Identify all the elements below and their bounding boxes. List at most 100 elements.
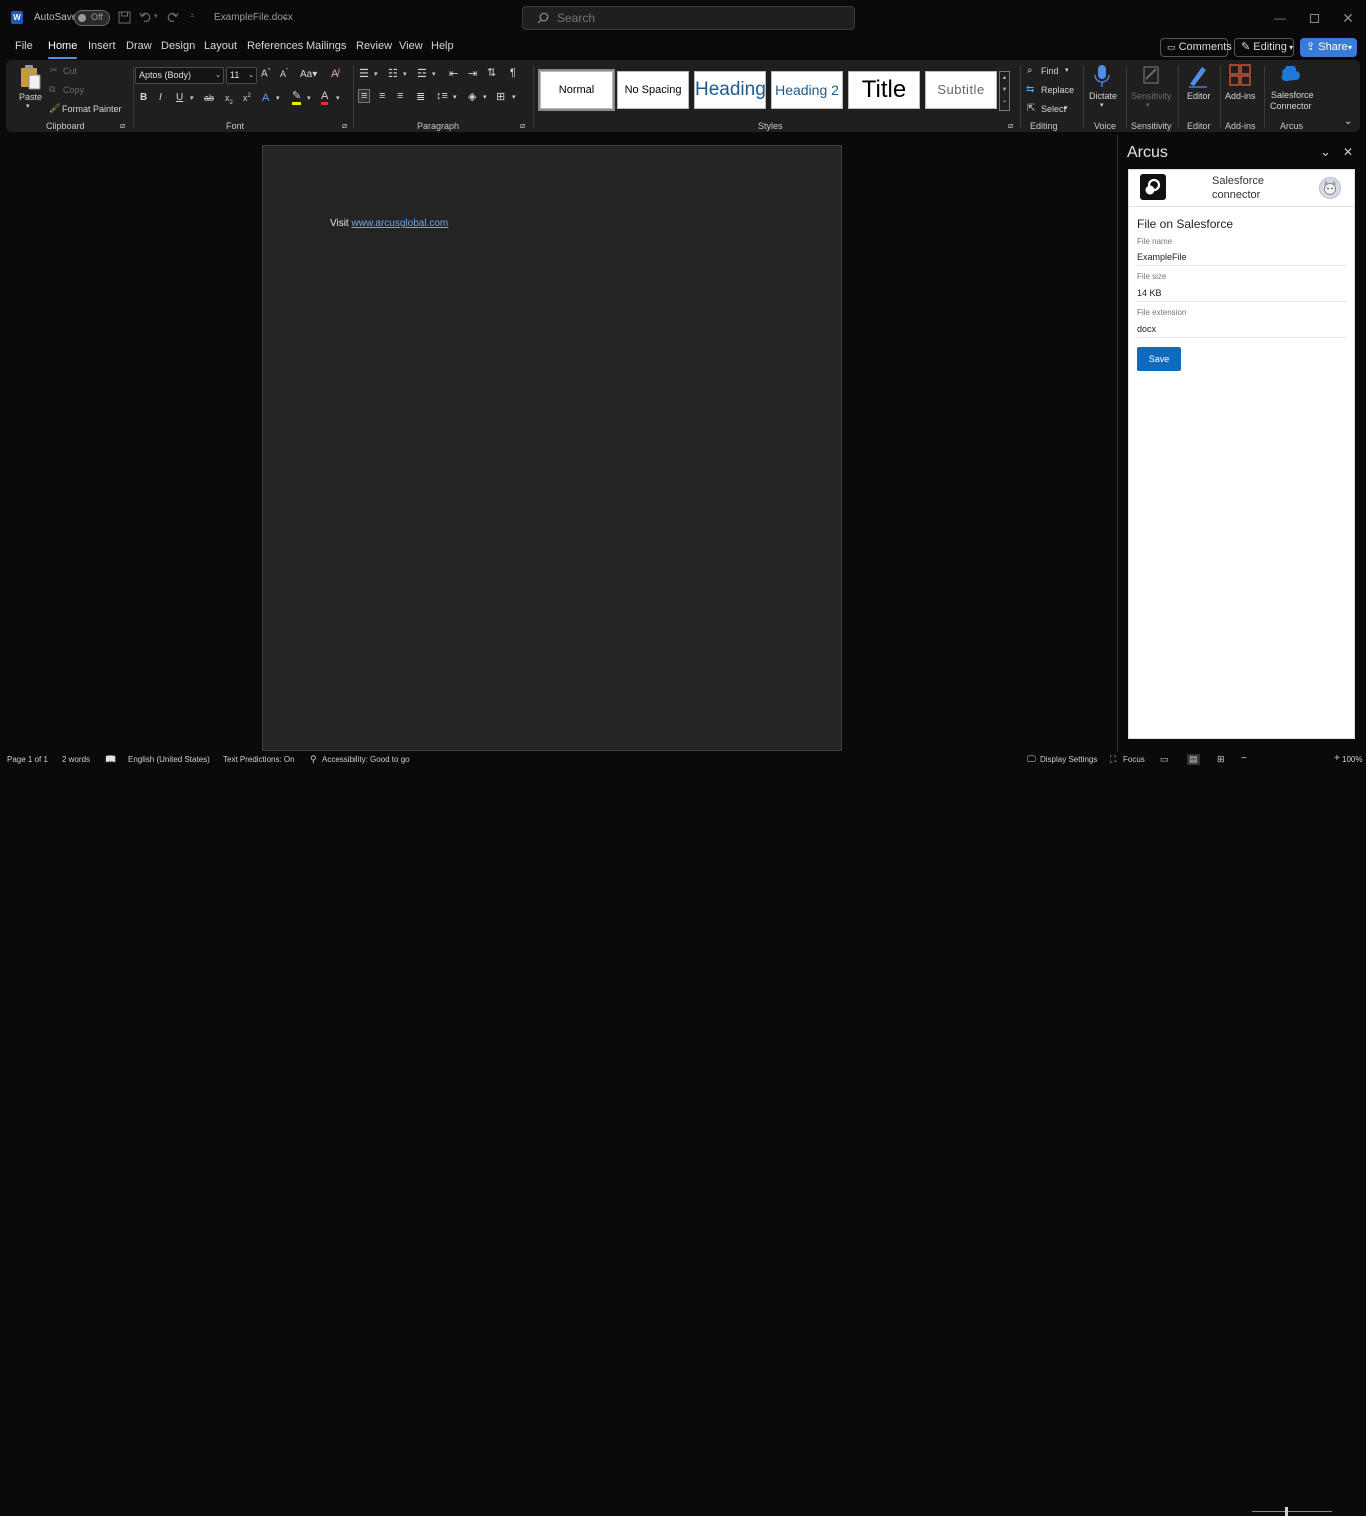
proofing-icon[interactable]: 📖 xyxy=(105,754,116,765)
tab-design[interactable]: Design xyxy=(161,40,195,52)
ribbon-collapse-icon[interactable]: ⌄ xyxy=(1344,116,1352,127)
pane-close-icon[interactable]: ✕ xyxy=(1343,145,1353,159)
search-input[interactable] xyxy=(557,11,837,25)
paragraph-launcher-icon[interactable]: ⧄ xyxy=(520,121,525,131)
sort-icon[interactable]: ⇅ xyxy=(487,66,496,79)
style-no-spacing[interactable]: No Spacing xyxy=(617,71,689,109)
display-settings-icon[interactable]: 🖵 xyxy=(1027,754,1036,765)
strikethrough-icon[interactable]: ab xyxy=(204,93,214,103)
document-link[interactable]: www.arcusglobal.com xyxy=(352,218,449,229)
highlight-icon[interactable]: ✎ xyxy=(292,91,302,105)
accessibility-icon[interactable]: ⚲ xyxy=(310,754,317,765)
dictate-chevron-icon[interactable]: ▾ xyxy=(1100,101,1104,109)
document-paragraph[interactable]: Visit www.arcusglobal.com xyxy=(330,218,448,229)
file-size-value[interactable]: 14 KB xyxy=(1137,288,1162,298)
document-page[interactable]: Visit www.arcusglobal.com xyxy=(262,145,842,751)
style-normal[interactable]: Normal xyxy=(538,69,615,111)
italic-icon[interactable]: I xyxy=(159,92,162,103)
focus-icon[interactable]: ⛶ xyxy=(1110,754,1116,765)
share-button[interactable]: ⇪ Share ▾ xyxy=(1300,38,1357,57)
zoom-in-icon[interactable]: + xyxy=(1334,753,1340,764)
tab-insert[interactable]: Insert xyxy=(88,40,116,52)
replace-label[interactable]: Replace xyxy=(1041,85,1074,95)
comments-button[interactable]: ▭ Comments xyxy=(1160,38,1232,57)
save-button[interactable]: Save xyxy=(1137,347,1181,371)
editing-mode-button[interactable]: ✎ Editing ▾ xyxy=(1234,38,1294,57)
paste-label[interactable]: Paste xyxy=(19,92,42,102)
bold-icon[interactable]: B xyxy=(140,92,147,103)
file-extension-value[interactable]: docx xyxy=(1137,324,1156,334)
font-color-chevron-icon[interactable]: ▾ xyxy=(336,94,340,102)
select-label[interactable]: Select xyxy=(1041,104,1066,114)
zoom-slider-thumb[interactable] xyxy=(1285,1507,1288,1516)
title-chevron-down-icon[interactable]: ⌄ xyxy=(282,12,289,21)
sensitivity-chevron-icon[interactable]: ▾ xyxy=(1146,101,1150,109)
borders-icon[interactable]: ⊞ xyxy=(496,90,505,103)
shading-chevron-icon[interactable]: ▾ xyxy=(483,93,487,101)
pane-options-chevron-icon[interactable]: ⌄ xyxy=(1320,144,1331,160)
style-heading[interactable]: Heading xyxy=(694,71,766,109)
minimize-button[interactable]: — xyxy=(1263,0,1297,36)
paste-icon[interactable] xyxy=(19,64,41,90)
zoom-level[interactable]: 100% xyxy=(1342,755,1362,764)
align-right-icon[interactable]: ≡ xyxy=(397,90,403,102)
styles-launcher-icon[interactable]: ⧄ xyxy=(1008,121,1013,131)
styles-up-icon[interactable]: ▲ xyxy=(1000,72,1009,84)
tab-home[interactable]: Home xyxy=(48,40,78,59)
customize-toolbar-icon[interactable]: ⩡ xyxy=(190,11,195,21)
align-left-icon[interactable]: ≡ xyxy=(358,89,371,103)
cut-icon[interactable]: ✂ xyxy=(50,65,58,76)
salesforce-connector-icon[interactable] xyxy=(1280,66,1300,84)
accessibility-status[interactable]: Accessibility: Good to go xyxy=(322,755,410,764)
focus-button[interactable]: Focus xyxy=(1123,755,1145,764)
increase-indent-icon[interactable]: ⇥ xyxy=(468,67,477,80)
replace-icon[interactable]: ⇆ xyxy=(1026,84,1034,95)
decrease-indent-icon[interactable]: ⇤ xyxy=(449,67,458,80)
tab-draw[interactable]: Draw xyxy=(126,40,152,52)
justify-icon[interactable]: ≣ xyxy=(416,90,425,103)
format-painter-label[interactable]: Format Painter xyxy=(62,104,122,114)
zoom-out-icon[interactable]: − xyxy=(1241,753,1247,764)
borders-chevron-icon[interactable]: ▾ xyxy=(512,93,516,101)
editor-icon[interactable] xyxy=(1187,64,1209,88)
undo-dropdown-icon[interactable]: ▾ xyxy=(154,12,158,20)
show-formatting-icon[interactable]: ¶ xyxy=(510,67,516,79)
tab-layout[interactable]: Layout xyxy=(204,40,237,52)
underline-chevron-icon[interactable]: ▾ xyxy=(190,94,194,102)
read-mode-icon[interactable]: ▭ xyxy=(1160,754,1169,765)
align-center-icon[interactable]: ≡ xyxy=(379,90,385,102)
save-icon[interactable] xyxy=(118,11,131,24)
add-ins-icon[interactable] xyxy=(1229,64,1251,86)
sensitivity-icon[interactable] xyxy=(1141,64,1161,86)
find-chevron-icon[interactable]: ▾ xyxy=(1065,66,1069,74)
user-avatar[interactable] xyxy=(1319,177,1341,199)
multilevel-chevron-icon[interactable]: ▾ xyxy=(432,70,436,78)
font-name-select[interactable]: Aptos (Body) ⌄ xyxy=(135,67,224,84)
find-icon[interactable]: ⌕ xyxy=(1027,65,1033,76)
autosave-toggle[interactable]: Off xyxy=(74,10,110,26)
font-size-select[interactable]: 11 ⌄ xyxy=(226,67,257,84)
clear-formatting-icon[interactable]: A̸ xyxy=(331,68,338,80)
styles-scroll[interactable]: ▲ ▼ ⩡ xyxy=(999,71,1010,111)
select-icon[interactable]: ⇱ xyxy=(1027,103,1035,114)
tab-file[interactable]: File xyxy=(15,40,33,52)
style-heading-2[interactable]: Heading 2 xyxy=(771,71,843,109)
web-layout-icon[interactable]: ⊞ xyxy=(1217,754,1225,765)
page-count[interactable]: Page 1 of 1 xyxy=(7,755,48,764)
close-window-button[interactable]: ✕ xyxy=(1331,0,1365,36)
redo-icon[interactable] xyxy=(166,11,179,23)
dictate-label[interactable]: Dictate xyxy=(1089,91,1117,101)
undo-icon[interactable] xyxy=(139,11,152,23)
microphone-icon[interactable] xyxy=(1094,64,1110,88)
change-case-icon[interactable]: Aa▾ xyxy=(300,69,317,80)
tab-mailings[interactable]: Mailings xyxy=(306,40,346,52)
salesforce-connector-label-1[interactable]: Salesforce xyxy=(1271,90,1314,100)
bullets-chevron-icon[interactable]: ▾ xyxy=(374,70,378,78)
search-box[interactable] xyxy=(522,6,855,30)
font-launcher-icon[interactable]: ⧄ xyxy=(342,121,347,131)
subscript-icon[interactable]: x2 xyxy=(225,93,233,106)
zoom-slider[interactable] xyxy=(1252,1511,1332,1512)
salesforce-connector-label-2[interactable]: Connector xyxy=(1270,101,1312,111)
font-color-icon[interactable]: A xyxy=(321,91,329,105)
text-effects-chevron-icon[interactable]: ▾ xyxy=(276,94,280,102)
